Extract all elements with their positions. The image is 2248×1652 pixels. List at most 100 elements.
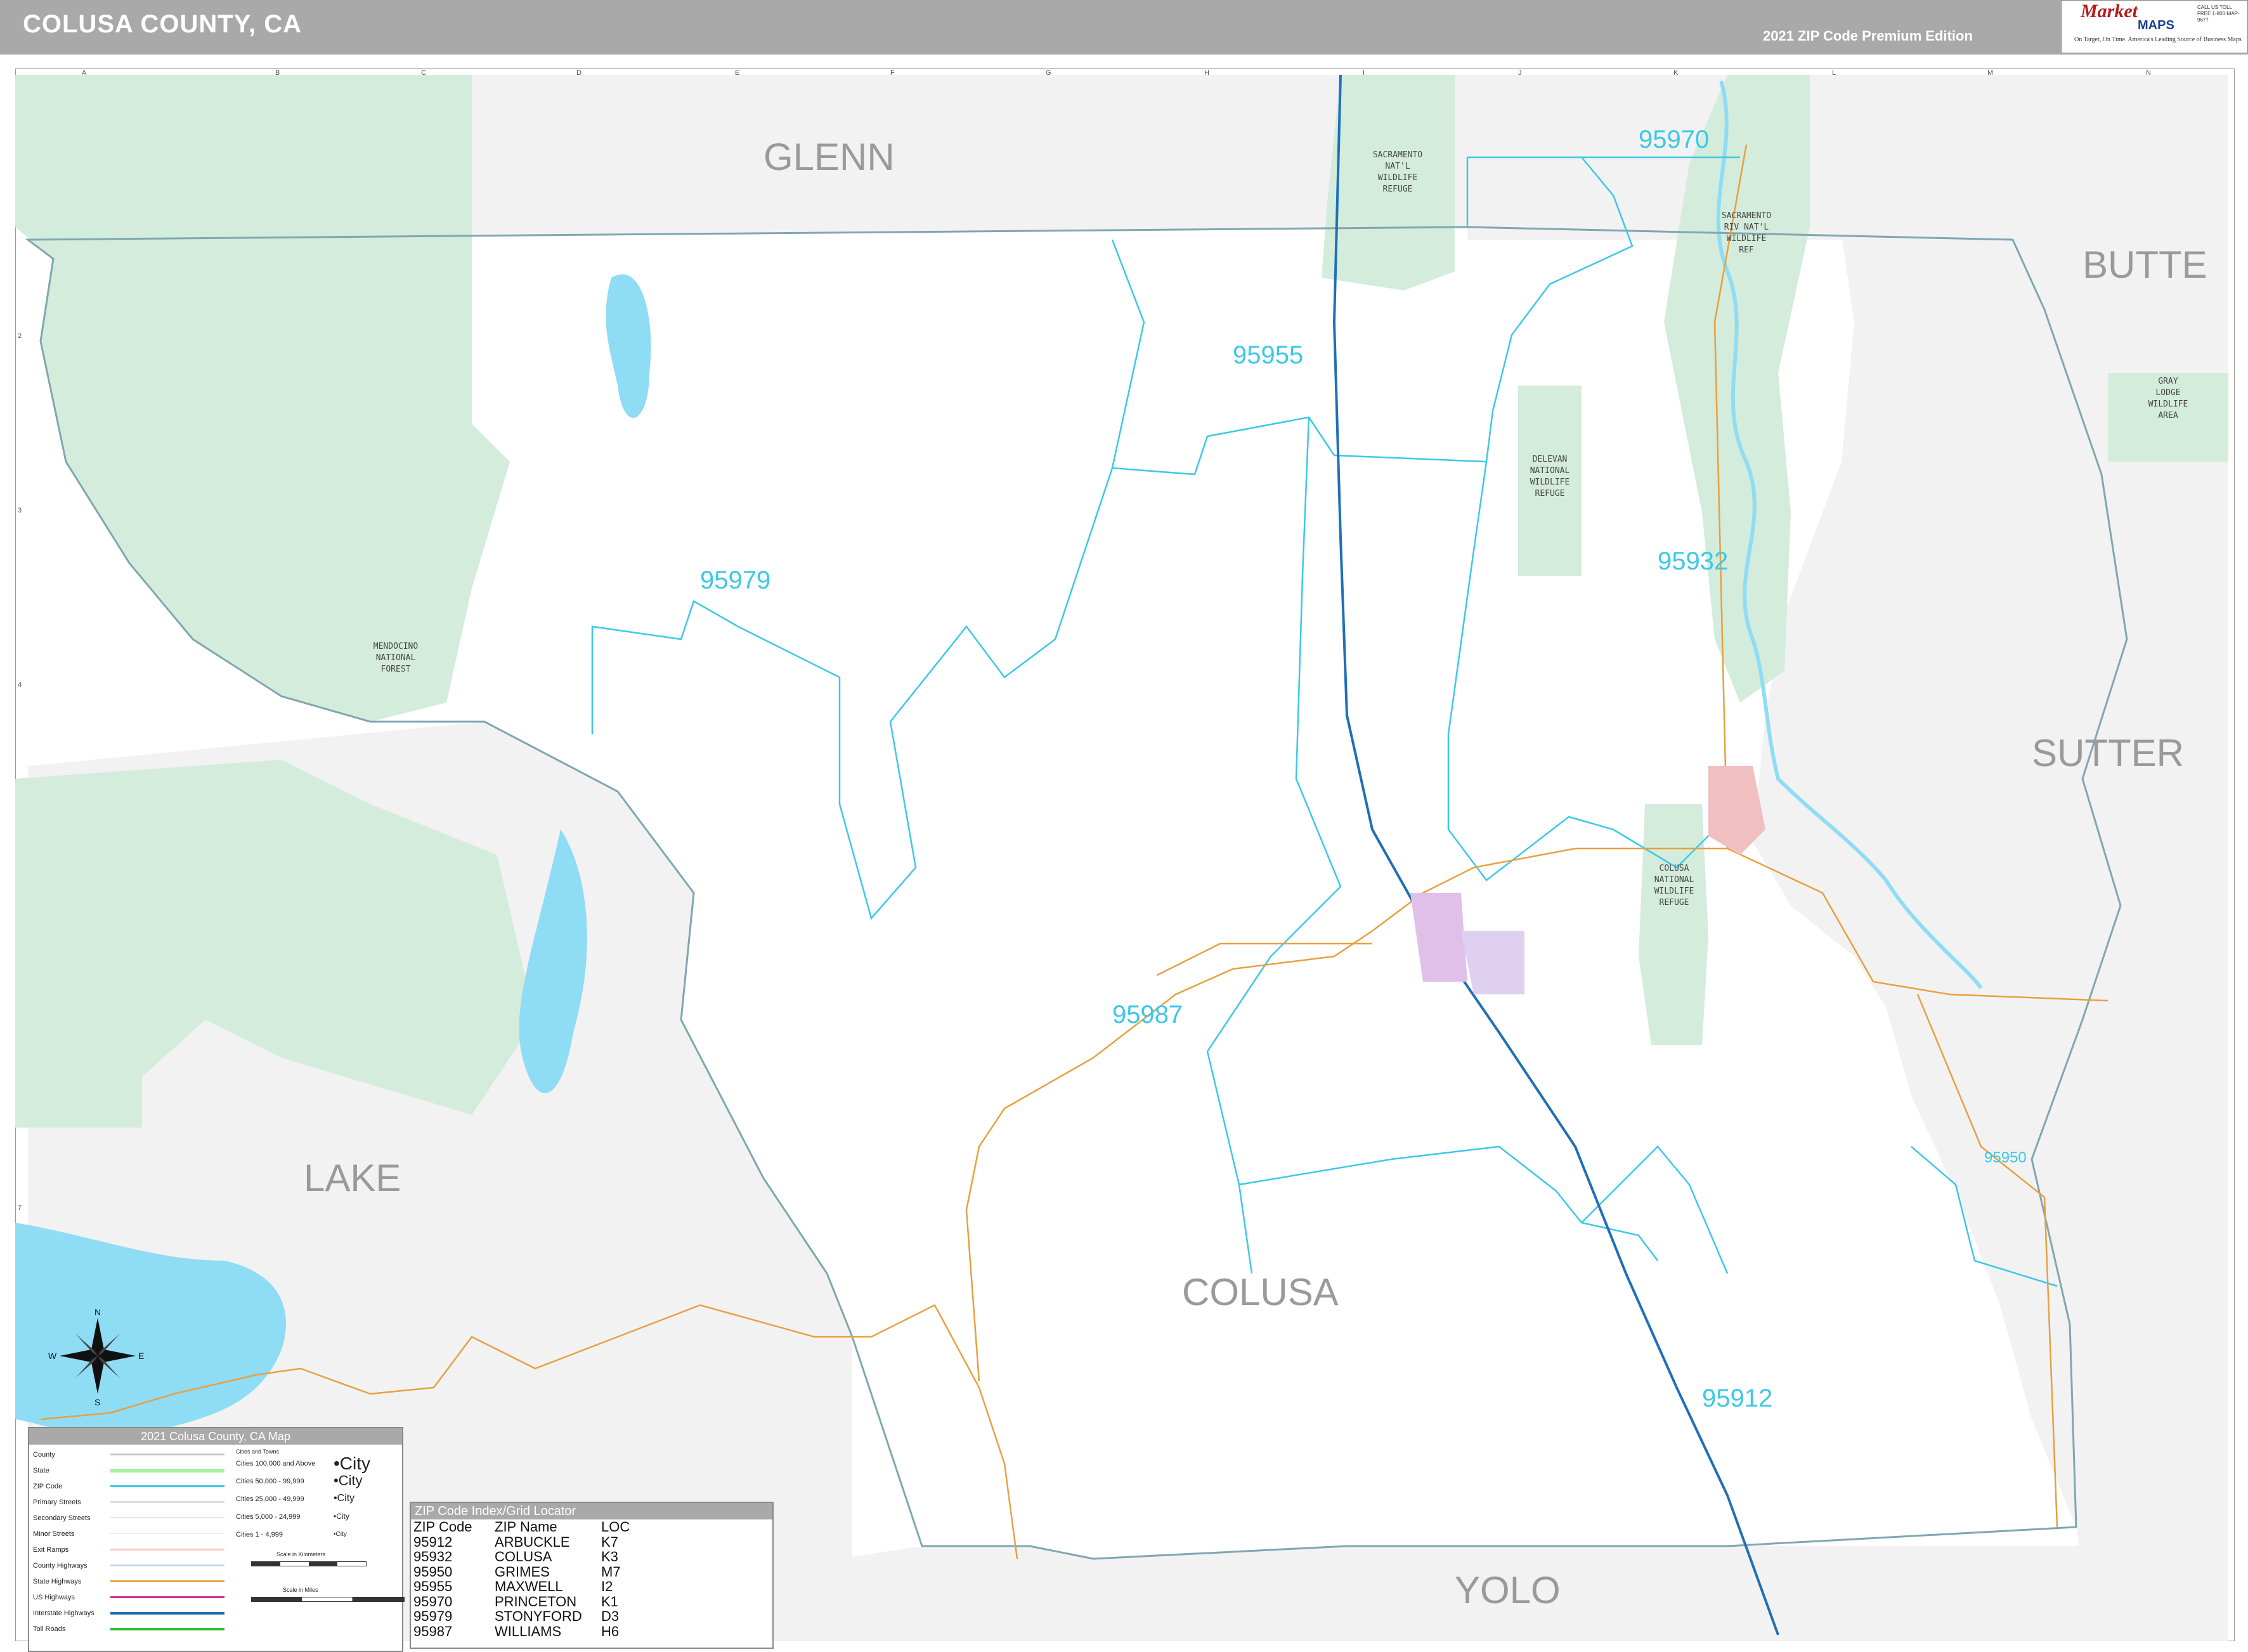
grid-row-3: 3 bbox=[18, 507, 22, 514]
map-title: COLUSA COUNTY, CA bbox=[23, 10, 302, 38]
zip-loc-cell: K1 bbox=[601, 1593, 618, 1610]
zip-label-95970: 95970 bbox=[1639, 126, 1709, 153]
legend-city-1-example: •City bbox=[334, 1454, 371, 1473]
legend-city-5: Cities 1 - 4,999 bbox=[236, 1531, 283, 1538]
zip-code-cell: 95932 bbox=[413, 1549, 453, 1564]
svg-text:GRAY: GRAY bbox=[2158, 377, 2178, 386]
zip-label-95950: 95950 bbox=[1984, 1149, 2027, 1166]
zip-loc-cell: D3 bbox=[601, 1608, 620, 1624]
zip-name-cell: WILLIAMS bbox=[495, 1623, 562, 1639]
svg-text:DELEVAN: DELEVAN bbox=[1533, 455, 1568, 464]
zip-label-95932: 95932 bbox=[1658, 547, 1728, 575]
compass-n: N bbox=[94, 1307, 101, 1317]
zip-label-95987: 95987 bbox=[1112, 1001, 1183, 1029]
svg-text:RIV NAT'L: RIV NAT'L bbox=[1724, 223, 1769, 232]
legend-county-hwy-swatch bbox=[110, 1564, 224, 1566]
zip-code-cell: 95970 bbox=[413, 1593, 453, 1610]
legend-county: County bbox=[33, 1451, 55, 1459]
region-butte: BUTTE bbox=[2082, 244, 2207, 286]
legend-scale-km-bar bbox=[251, 1561, 367, 1566]
legend-scale-km: Scale in Kilometers bbox=[276, 1551, 326, 1558]
zip-code-cell: 95955 bbox=[413, 1578, 453, 1594]
zip-code-index: ZIP Code Index/Grid Locator ZIP Code ZIP… bbox=[410, 1502, 774, 1649]
legend-city-3-example: •City bbox=[334, 1493, 355, 1504]
compass-w: W bbox=[48, 1351, 57, 1361]
svg-text:NAT'L: NAT'L bbox=[1385, 162, 1410, 171]
legend-state-hwy: State Highways bbox=[33, 1578, 82, 1585]
region-sutter: SUTTER bbox=[2032, 732, 2184, 774]
zip-name-cell: PRINCETON bbox=[495, 1593, 577, 1610]
svg-text:NATIONAL: NATIONAL bbox=[376, 653, 416, 663]
logo-market-text: Market bbox=[2081, 1, 2138, 22]
logo-maps-text: MAPS bbox=[2138, 18, 2174, 32]
region-glenn: GLENN bbox=[763, 136, 895, 178]
svg-text:FOREST: FOREST bbox=[381, 665, 411, 674]
zip-name-cell: ARBUCKLE bbox=[495, 1533, 570, 1550]
svg-text:WILDLIFE: WILDLIFE bbox=[1727, 234, 1767, 244]
compass-s: S bbox=[94, 1397, 100, 1407]
zip-code-cell: 95950 bbox=[413, 1563, 453, 1580]
logo-contact: CALL US TOLL FREE 1-800-MAP-9677 bbox=[2197, 4, 2240, 23]
svg-text:WILDLIFE: WILDLIFE bbox=[1378, 173, 1418, 183]
legend-minor: Minor Streets bbox=[33, 1530, 75, 1538]
svg-text:MENDOCINO: MENDOCINO bbox=[374, 642, 419, 651]
zip-label-95955: 95955 bbox=[1233, 341, 1303, 369]
svg-text:NATIONAL: NATIONAL bbox=[1530, 466, 1570, 476]
zip-index-header-loc: LOC bbox=[601, 1519, 630, 1535]
legend-cities-header: Cities and Towns bbox=[236, 1448, 279, 1455]
legend-exit: Exit Ramps bbox=[33, 1546, 69, 1554]
zip-loc-cell: K7 bbox=[601, 1533, 618, 1550]
legend-toll: Toll Roads bbox=[33, 1625, 66, 1633]
svg-text:LODGE: LODGE bbox=[2155, 388, 2180, 398]
zip-name-cell: COLUSA bbox=[495, 1549, 552, 1564]
map-legend: 2021 Colusa County, CA Map County State … bbox=[28, 1427, 405, 1652]
svg-text:SACRAMENTO: SACRAMENTO bbox=[1373, 150, 1422, 160]
svg-text:WILDLIFE: WILDLIFE bbox=[1530, 478, 1570, 487]
zip-code-cell: 95912 bbox=[413, 1533, 453, 1550]
legend-title: 2021 Colusa County, CA Map bbox=[29, 1428, 402, 1445]
market-maps-logo[interactable]: Market MAPS On Target, On Time. America'… bbox=[2061, 0, 2248, 53]
logo-tagline: On Target, On Time. America's Leading So… bbox=[2074, 36, 2242, 43]
legend-us-hwy: US Highways bbox=[33, 1594, 75, 1601]
legend-zip-swatch bbox=[110, 1485, 224, 1487]
colusa-refuge-area bbox=[1639, 804, 1708, 1045]
legend-city-1: Cities 100,000 and Above bbox=[236, 1460, 316, 1467]
legend-scale-mi: Scale in Miles bbox=[283, 1587, 318, 1593]
svg-text:REF: REF bbox=[1739, 245, 1754, 255]
grid-row-7: 7 bbox=[18, 1204, 22, 1212]
table-row: 95987 WILLIAMS H6 bbox=[413, 1623, 635, 1639]
legend-state-hwy-swatch bbox=[110, 1580, 224, 1582]
svg-text:WILDLIFE: WILDLIFE bbox=[1654, 887, 1694, 896]
zip-index-header-code: ZIP Code bbox=[413, 1519, 472, 1535]
legend-us-hwy-swatch bbox=[110, 1596, 224, 1598]
legend-county-swatch bbox=[110, 1454, 224, 1455]
zip-index-title: ZIP Code Index/Grid Locator bbox=[411, 1503, 772, 1519]
zip-loc-cell: K3 bbox=[601, 1549, 618, 1564]
region-yolo: YOLO bbox=[1455, 1569, 1561, 1611]
table-row: 95912 ARBUCKLE K7 bbox=[413, 1533, 635, 1550]
legend-city-4-example: •City bbox=[334, 1512, 349, 1521]
legend-county-hwy: County Highways bbox=[33, 1562, 88, 1570]
table-row: 95970 PRINCETON K1 bbox=[413, 1594, 635, 1610]
legend-city-2: Cities 50,000 - 99,999 bbox=[236, 1478, 304, 1485]
table-row: 95932 COLUSA K3 bbox=[413, 1549, 635, 1564]
svg-text:REFUGE: REFUGE bbox=[1660, 898, 1689, 907]
table-row: 95950 GRIMES M7 bbox=[413, 1564, 635, 1580]
legend-interstate-swatch bbox=[110, 1612, 224, 1615]
edition-label: 2021 ZIP Code Premium Edition bbox=[1763, 28, 1973, 44]
compass-e: E bbox=[138, 1351, 144, 1361]
svg-text:COLUSA: COLUSA bbox=[1660, 864, 1689, 873]
zip-name-cell: STONYFORD bbox=[495, 1608, 582, 1624]
zip-code-cell: 95987 bbox=[413, 1623, 453, 1639]
zip-index-header-row: ZIP Code ZIP Name LOC bbox=[413, 1519, 635, 1535]
zip-name-cell: GRIMES bbox=[495, 1563, 550, 1580]
table-row: 95979 STONYFORD D3 bbox=[413, 1609, 635, 1624]
zip-index-table: ZIP Code ZIP Name LOC 95912 ARBUCKLE K7 … bbox=[413, 1519, 635, 1639]
legend-primary: Primary Streets bbox=[33, 1499, 81, 1506]
table-row: 95955 MAXWELL I2 bbox=[413, 1579, 635, 1594]
svg-text:WILDLIFE: WILDLIFE bbox=[2148, 400, 2188, 409]
legend-state-swatch bbox=[110, 1469, 224, 1473]
map-canvas[interactable]: A B C D E F G H I J K L M N 1 2 3 4 5 6 … bbox=[15, 68, 2235, 1641]
zip-label-95979: 95979 bbox=[700, 566, 770, 594]
grid-row-4: 4 bbox=[18, 681, 22, 689]
